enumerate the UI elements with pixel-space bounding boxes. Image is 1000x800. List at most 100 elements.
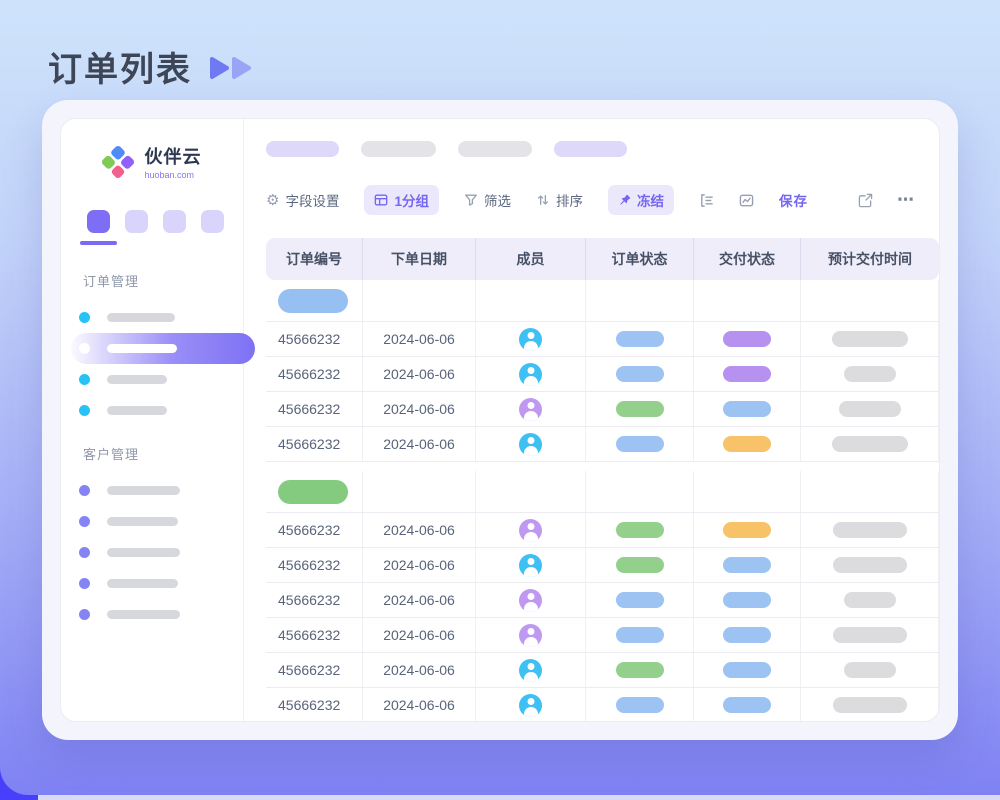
column-header[interactable]: 成员 — [476, 238, 586, 280]
sidebar-item[interactable] — [61, 537, 243, 568]
order-status-cell — [586, 548, 694, 582]
order-status-pill — [616, 627, 664, 643]
delivery-status-pill — [723, 662, 771, 678]
sidebar-item[interactable] — [61, 599, 243, 630]
menu-dot-icon — [79, 405, 90, 416]
column-header[interactable]: 预计交付时间 — [801, 238, 939, 280]
order-date-cell: 2024-06-06 — [363, 392, 476, 426]
orders-table: 订单编号下单日期成员订单状态交付状态预计交付时间 456662322024-06… — [266, 238, 939, 722]
breadcrumb-pill-placeholder — [361, 141, 436, 157]
order-date-cell: 2024-06-06 — [363, 653, 476, 687]
active-tab-indicator — [80, 241, 117, 245]
group-header-row[interactable] — [266, 280, 939, 322]
table-row[interactable]: 456662322024-06-06 — [266, 427, 939, 462]
sort-button[interactable]: 排序 — [536, 190, 583, 210]
table-header: 订单编号下单日期成员订单状态交付状态预计交付时间 — [266, 238, 939, 280]
eta-placeholder-pill — [832, 436, 908, 452]
table-row[interactable]: 456662322024-06-06 — [266, 688, 939, 722]
sidebar-item[interactable] — [61, 506, 243, 537]
field-settings-button[interactable]: ⚙ 字段设置 — [266, 190, 339, 210]
table-row[interactable]: 456662322024-06-06 — [266, 618, 939, 653]
sidebar-section-orders: 订单管理 — [61, 271, 243, 426]
freeze-button[interactable]: 冻结 — [608, 185, 674, 215]
order-number-cell: 45666232 — [266, 583, 363, 617]
pin-icon — [618, 194, 631, 207]
order-number-cell: 45666232 — [266, 392, 363, 426]
table-row[interactable]: 456662322024-06-06 — [266, 322, 939, 357]
delivery-status-pill — [723, 557, 771, 573]
member-avatar-icon — [519, 589, 542, 612]
order-number-cell: 45666232 — [266, 688, 363, 722]
column-header[interactable]: 交付状态 — [694, 238, 801, 280]
column-header[interactable]: 下单日期 — [363, 238, 476, 280]
group-cell — [266, 280, 363, 321]
table-row[interactable]: 456662322024-06-06 — [266, 548, 939, 583]
group-label-pill — [278, 480, 348, 504]
menu-label-placeholder — [107, 486, 180, 495]
group-cell — [586, 280, 694, 321]
member-cell — [476, 427, 586, 461]
table-row[interactable]: 456662322024-06-06 — [266, 513, 939, 548]
member-cell — [476, 322, 586, 356]
group-label-pill — [278, 289, 348, 313]
eta-cell — [801, 618, 939, 652]
table-row[interactable]: 456662322024-06-06 — [266, 392, 939, 427]
chart-button[interactable] — [739, 193, 754, 208]
sidebar-item[interactable] — [61, 364, 243, 395]
sidebar: 伙伴云 huoban.com 订单管理 客户管理 — [61, 119, 244, 721]
order-status-pill — [616, 331, 664, 347]
member-cell — [476, 548, 586, 582]
row-outline-button[interactable] — [699, 193, 714, 208]
delivery-status-cell — [694, 357, 801, 391]
group-gap — [266, 462, 939, 471]
member-avatar-icon — [519, 398, 542, 421]
group-cell — [694, 471, 801, 512]
menu-label-placeholder — [107, 579, 178, 588]
sidebar-tab[interactable] — [163, 210, 186, 233]
sidebar-item[interactable] — [61, 568, 243, 599]
sidebar-item-active[interactable] — [61, 333, 243, 364]
group-cell — [801, 471, 939, 512]
group-header-row[interactable] — [266, 471, 939, 513]
sidebar-item[interactable] — [61, 475, 243, 506]
member-avatar-icon — [519, 328, 542, 351]
filter-button[interactable]: 筛选 — [464, 190, 511, 210]
order-number-cell: 45666232 — [266, 513, 363, 547]
filter-label: 筛选 — [484, 190, 511, 210]
table-row[interactable]: 456662322024-06-06 — [266, 357, 939, 392]
sidebar-tab[interactable] — [125, 210, 148, 233]
eta-cell — [801, 322, 939, 356]
menu-dot-icon — [79, 374, 90, 385]
sidebar-tab[interactable] — [201, 210, 224, 233]
delivery-status-cell — [694, 427, 801, 461]
delivery-status-pill — [723, 331, 771, 347]
group-by-button[interactable]: 1分组 — [364, 185, 439, 215]
order-status-pill — [616, 401, 664, 417]
delivery-status-cell — [694, 322, 801, 356]
sidebar-item[interactable] — [61, 395, 243, 426]
sidebar-item[interactable] — [61, 302, 243, 333]
share-button[interactable] — [858, 193, 873, 208]
more-button[interactable]: ⋯ — [897, 190, 915, 210]
group-cell — [476, 280, 586, 321]
order-number-cell: 45666232 — [266, 653, 363, 687]
table-row[interactable]: 456662322024-06-06 — [266, 583, 939, 618]
delivery-status-cell — [694, 653, 801, 687]
order-status-cell — [586, 322, 694, 356]
column-header[interactable]: 订单状态 — [586, 238, 694, 280]
sidebar-tab[interactable] — [87, 210, 110, 233]
order-number-cell: 45666232 — [266, 357, 363, 391]
eta-cell — [801, 653, 939, 687]
app-panel: 伙伴云 huoban.com 订单管理 客户管理 — [60, 118, 940, 722]
column-header[interactable]: 订单编号 — [266, 238, 363, 280]
table-row[interactable]: 456662322024-06-06 — [266, 653, 939, 688]
order-status-pill — [616, 522, 664, 538]
order-date-cell: 2024-06-06 — [363, 583, 476, 617]
order-date-cell: 2024-06-06 — [363, 618, 476, 652]
save-button[interactable]: 保存 — [779, 190, 808, 210]
brand-logo: 伙伴云 huoban.com — [61, 143, 243, 180]
menu-list — [61, 475, 243, 630]
order-status-cell — [586, 392, 694, 426]
menu-list — [61, 302, 243, 426]
menu-label-placeholder — [107, 610, 180, 619]
